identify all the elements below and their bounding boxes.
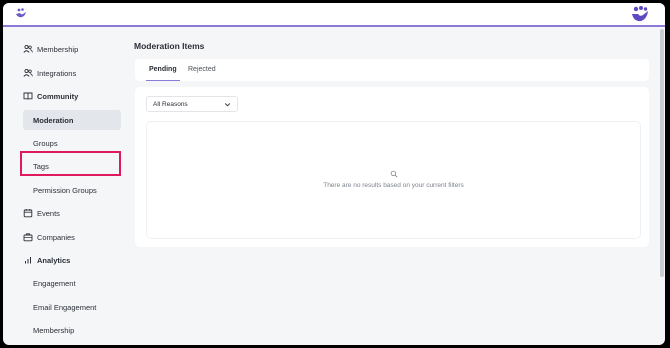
sidebar-item-groups[interactable]: Groups	[23, 133, 121, 153]
sidebar-item-label: Membership	[33, 325, 75, 335]
sidebar-item-label: Moderation	[33, 115, 74, 125]
reason-filter-value: All Reasons	[153, 100, 188, 108]
page-title: Moderation Items	[134, 41, 205, 51]
book-icon	[23, 92, 33, 100]
sidebar-item-engagement[interactable]: Engagement	[23, 273, 121, 293]
tab-label: Pending	[149, 66, 177, 73]
sidebar-item-email-engagement[interactable]: Email Engagement	[23, 297, 121, 317]
bar-chart-icon	[25, 257, 31, 264]
sidebar-item-label: Analytics	[37, 255, 71, 265]
briefcase-icon	[23, 233, 33, 242]
tab-bar: Pending Rejected	[135, 59, 649, 81]
empty-state-message: There are no results based on your curre…	[323, 182, 464, 189]
brand-logo-icon[interactable]	[631, 5, 649, 23]
tab-pending[interactable]: Pending	[146, 59, 180, 81]
sidebar-item-integrations[interactable]: Integrations	[23, 63, 121, 83]
main-content: Moderation Items Pending Rejected All Re…	[133, 27, 665, 345]
sidebar-nav: Membership Integrations Community Modera…	[3, 27, 128, 345]
sidebar-item-label: Membership	[37, 44, 79, 54]
moderation-panel: All Reasons There are no results based o…	[135, 87, 649, 247]
users-icon	[23, 44, 33, 53]
chevron-down-icon	[224, 103, 231, 107]
scrollbar[interactable]	[660, 29, 664, 277]
tab-rejected[interactable]: Rejected	[185, 59, 219, 80]
sidebar-item-label: Groups	[33, 138, 58, 148]
calendar-icon	[23, 209, 33, 218]
sidebar-item-membership[interactable]: Membership	[23, 39, 121, 59]
sidebar-item-permission-groups[interactable]: Permission Groups	[23, 180, 121, 200]
reason-filter-select[interactable]: All Reasons	[146, 96, 238, 112]
search-icon	[390, 170, 398, 178]
sidebar-item-label: Events	[37, 208, 60, 218]
app-window: Membership Integrations Community Modera…	[3, 3, 665, 345]
sidebar-item-label: Engagement	[33, 278, 76, 288]
sidebar-item-label: Permission Groups	[33, 185, 97, 195]
sidebar-item-label: Community	[37, 91, 79, 101]
results-empty-state: There are no results based on your curre…	[146, 121, 641, 239]
sidebar-item-label: Integrations	[37, 68, 77, 78]
tags-highlight-box	[20, 151, 121, 176]
tab-label: Rejected	[188, 66, 216, 73]
sidebar-item-analytics[interactable]: Analytics	[23, 250, 121, 270]
sidebar-item-membership-analytics[interactable]: Membership	[23, 320, 121, 340]
sidebar-item-community[interactable]: Community	[23, 86, 121, 106]
sidebar-item-label: Companies	[37, 232, 75, 242]
users-icon	[23, 68, 33, 77]
brand-logo-icon[interactable]	[15, 7, 27, 19]
top-bar	[3, 3, 665, 27]
sidebar-item-moderation[interactable]: Moderation	[23, 110, 121, 130]
sidebar-item-events[interactable]: Events	[23, 203, 121, 223]
sidebar-item-label: Email Engagement	[33, 302, 97, 312]
sidebar-item-companies[interactable]: Companies	[23, 227, 121, 247]
